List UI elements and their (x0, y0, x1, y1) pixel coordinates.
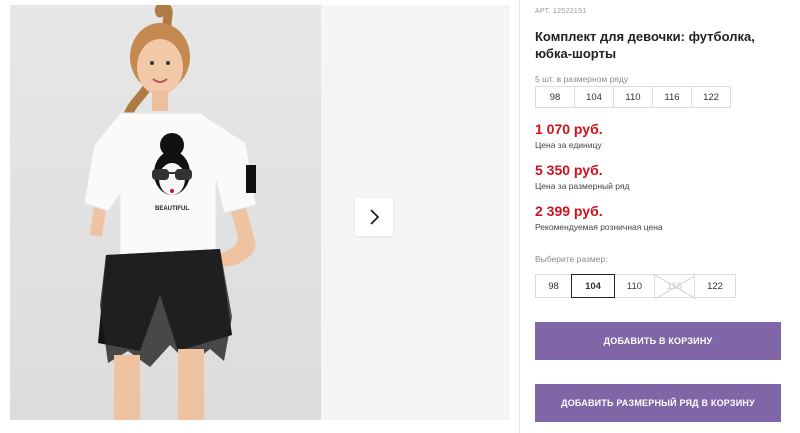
price-per-pack: 5 350 руб. (535, 162, 603, 178)
pack-size-list: 98 104 110 116 122 (535, 86, 731, 108)
girl-illustration: BEAUTIFUL (83, 5, 257, 420)
pack-caption: 5 шт. в размерном ряду (535, 74, 629, 84)
panel-divider (519, 0, 520, 433)
price-per-pack-note: Цена за размерный ряд (535, 181, 630, 191)
pack-size-116: 116 (652, 86, 692, 108)
size-option-98[interactable]: 98 (535, 274, 572, 298)
chevron-right-icon (370, 209, 380, 225)
crossed-out-icon (655, 275, 696, 299)
size-option-104[interactable]: 104 (571, 274, 615, 298)
size-select-caption: Выберите размер: (535, 254, 608, 264)
product-photo[interactable]: BEAUTIFUL (10, 5, 321, 420)
price-per-unit: 1 070 руб. (535, 121, 603, 137)
price-per-unit-note: Цена за единицу (535, 140, 602, 150)
price-retail: 2 399 руб. (535, 203, 603, 219)
pack-size-104: 104 (574, 86, 614, 108)
product-gallery: BEAUTIFUL (10, 5, 510, 420)
product-title: Комплект для девочки: футболка, юбка-шор… (535, 29, 755, 61)
price-retail-note: Рекомендуемая розничная цена (535, 222, 663, 232)
gallery-next-button[interactable] (355, 198, 393, 236)
article-number: АРТ. 12522151 (535, 8, 587, 15)
add-pack-to-cart-button[interactable]: ДОБАВИТЬ РАЗМЕРНЫЙ РЯД В КОРЗИНУ (535, 384, 781, 422)
tshirt-print-text: BEAUTIFUL (155, 206, 189, 212)
add-to-cart-button[interactable]: ДОБАВИТЬ В КОРЗИНУ (535, 322, 781, 360)
pack-size-122: 122 (691, 86, 731, 108)
pack-size-110: 110 (613, 86, 653, 108)
pack-size-98: 98 (535, 86, 575, 108)
size-option-110[interactable]: 110 (614, 274, 655, 298)
size-option-116-unavailable: 116 (654, 274, 696, 299)
size-selector: 98 104 110 116 122 (535, 274, 736, 299)
size-option-122[interactable]: 122 (694, 274, 736, 298)
